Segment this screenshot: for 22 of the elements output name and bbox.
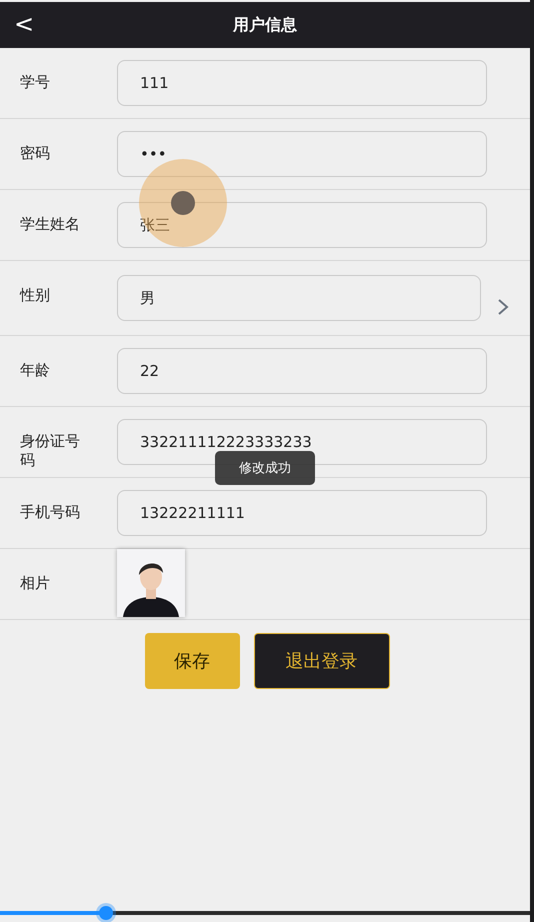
field-label: 密码 — [20, 144, 51, 163]
progress-track[interactable] — [0, 904, 530, 922]
field-label: 学号 — [20, 73, 51, 92]
field-label: 手机号码 — [20, 503, 81, 522]
field-label: 性别 — [20, 286, 51, 305]
touch-indicator-icon — [139, 159, 227, 247]
input-field[interactable]: 111 — [117, 60, 487, 106]
field-label: 学生姓名 — [20, 215, 81, 234]
field-label: 相片 — [20, 574, 51, 593]
input-field[interactable]: 13222211111 — [117, 490, 487, 536]
field-label: 身份证号码 — [20, 432, 81, 470]
back-button[interactable]: < — [8, 10, 40, 38]
input-field[interactable]: ••• — [117, 131, 487, 177]
select-field[interactable]: 男 — [117, 275, 481, 321]
logout-button[interactable]: 退出登录 — [254, 633, 390, 689]
toast-message: 修改成功 — [215, 451, 315, 485]
save-button[interactable]: 保存 — [144, 633, 240, 689]
progress-handle[interactable] — [99, 906, 113, 920]
input-field[interactable]: 22 — [117, 348, 487, 394]
page-title: 用户信息 — [233, 14, 297, 36]
field-label: 年龄 — [20, 361, 51, 380]
chevron-right-icon[interactable] — [497, 298, 509, 316]
